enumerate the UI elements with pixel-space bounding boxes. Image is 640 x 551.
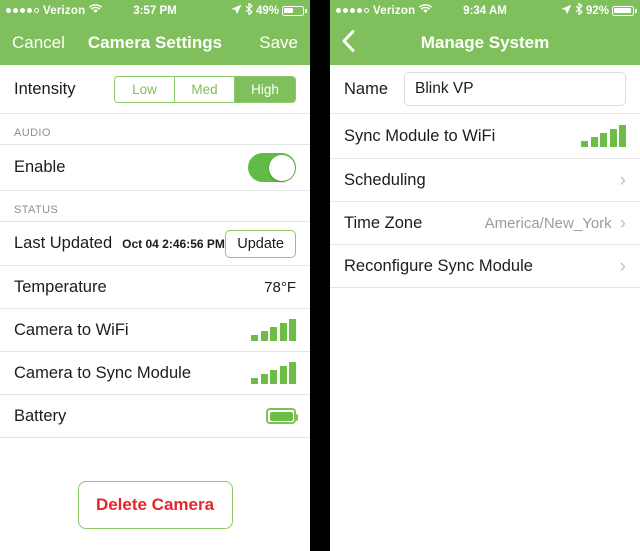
battery-full-icon bbox=[266, 408, 298, 424]
right-content: Name Blink VP Sync Module to WiFi Schedu… bbox=[330, 65, 640, 551]
delete-camera-button[interactable]: Delete Camera bbox=[77, 481, 233, 529]
wifi-icon bbox=[89, 4, 103, 17]
right-status-bar-clock: 9:34 AM bbox=[463, 5, 507, 17]
location-arrow-icon bbox=[561, 4, 572, 18]
camera-to-wifi-signal-wrap bbox=[251, 319, 296, 341]
scheduling-chevron-wrap: › bbox=[620, 171, 626, 190]
intensity-option-high[interactable]: High bbox=[235, 76, 295, 102]
battery-percent-label: 92% bbox=[585, 4, 610, 17]
audio-enable-control-wrap bbox=[248, 153, 296, 182]
right-status-bar-carrier-group: Verizon bbox=[336, 4, 463, 17]
row-camera-to-sync-module: Camera to Sync Module bbox=[0, 352, 310, 395]
intensity-option-med[interactable]: Med bbox=[175, 76, 235, 102]
screen-divider bbox=[310, 0, 330, 551]
chevron-left-icon bbox=[342, 29, 355, 52]
dual-screenshot: Verizon 3:57 PM 49% Cancel Camera Settin… bbox=[0, 0, 640, 551]
temperature-label: Temperature bbox=[14, 277, 107, 296]
wifi-icon bbox=[419, 4, 433, 17]
battery-percent-label: 49% bbox=[255, 4, 279, 17]
clock-time: 3:57 PM bbox=[133, 4, 177, 17]
section-header-status: STATUS bbox=[0, 191, 310, 221]
row-scheduling[interactable]: Scheduling › bbox=[330, 159, 640, 202]
last-updated-label: Last Updated bbox=[14, 234, 113, 252]
sync-module-to-wifi-label: Sync Module to WiFi bbox=[344, 126, 496, 145]
reconfigure-sync-module-label: Reconfigure Sync Module bbox=[344, 256, 533, 275]
time-zone-label: Time Zone bbox=[344, 213, 423, 232]
right-status-bar: Verizon 9:34 AM 92% bbox=[330, 0, 640, 21]
row-intensity: Intensity Low Med High bbox=[0, 65, 310, 114]
row-camera-to-wifi: Camera to WiFi bbox=[0, 309, 310, 352]
left-status-bar-indicators: 49% bbox=[177, 2, 307, 18]
temperature-value-wrap: 78°F bbox=[264, 279, 296, 296]
page-title: Manage System bbox=[420, 33, 550, 52]
intensity-label: Intensity bbox=[14, 79, 76, 98]
row-last-updated: Last Updated Oct 04 2:46:56 PM Update bbox=[0, 221, 310, 266]
intensity-segmented-control[interactable]: Low Med High bbox=[114, 75, 296, 103]
chevron-right-icon: › bbox=[619, 212, 626, 234]
left-status-bar: Verizon 3:57 PM 49% bbox=[0, 0, 310, 21]
right-bottom-filler bbox=[330, 288, 640, 551]
battery-indicator-wrap bbox=[266, 408, 298, 424]
right-status-bar-indicators: 92% bbox=[507, 2, 637, 18]
location-arrow-icon bbox=[231, 4, 242, 18]
chevron-right-icon: › bbox=[619, 169, 626, 191]
row-battery: Battery bbox=[0, 395, 310, 438]
back-button[interactable] bbox=[342, 29, 355, 57]
carrier-name: Verizon bbox=[373, 4, 416, 17]
row-temperature: Temperature 78°F bbox=[0, 266, 310, 309]
intensity-option-low[interactable]: Low bbox=[115, 76, 175, 102]
left-nav-bar: Cancel Camera Settings Save bbox=[0, 21, 310, 65]
temperature-value: 78°F bbox=[264, 278, 296, 296]
toggle-knob bbox=[268, 154, 295, 181]
signal-bars-icon bbox=[251, 362, 296, 384]
last-updated-value: Oct 04 2:46:56 PM bbox=[122, 236, 225, 251]
battery-label: Battery bbox=[14, 406, 67, 425]
intensity-control-wrap: Low Med High bbox=[114, 75, 296, 103]
left-content: Intensity Low Med High AUDIO Enable STAT… bbox=[0, 65, 310, 551]
sync-module-signal-wrap bbox=[581, 125, 626, 147]
delete-button-wrap: Delete Camera bbox=[0, 438, 310, 529]
left-screen-camera-settings: Verizon 3:57 PM 49% Cancel Camera Settin… bbox=[0, 0, 310, 551]
chevron-right-icon: › bbox=[619, 255, 626, 277]
signal-bars-icon bbox=[251, 319, 296, 341]
row-name: Name Blink VP bbox=[330, 65, 640, 114]
left-status-bar-carrier-group: Verizon bbox=[6, 4, 133, 17]
bluetooth-icon bbox=[245, 2, 253, 18]
update-button[interactable]: Update bbox=[225, 229, 296, 258]
left-status-bar-clock: 3:57 PM bbox=[133, 5, 176, 17]
scheduling-label: Scheduling bbox=[344, 170, 426, 189]
row-sync-module-to-wifi: Sync Module to WiFi bbox=[330, 114, 640, 159]
cancel-button[interactable]: Cancel bbox=[12, 33, 65, 53]
update-button-wrap: Update bbox=[225, 229, 296, 258]
right-nav-bar: Manage System bbox=[330, 21, 640, 65]
name-input[interactable]: Blink VP bbox=[404, 72, 626, 106]
row-time-zone[interactable]: Time Zone America/New_York › bbox=[330, 202, 640, 245]
name-label: Name bbox=[344, 79, 389, 98]
audio-enable-label: Enable bbox=[14, 158, 66, 176]
clock-time: 9:34 AM bbox=[463, 4, 507, 17]
save-button[interactable]: Save bbox=[259, 33, 298, 53]
time-zone-value-wrap: America/New_York › bbox=[485, 214, 626, 233]
audio-enable-toggle[interactable] bbox=[248, 153, 296, 182]
camera-to-wifi-label: Camera to WiFi bbox=[14, 320, 129, 339]
left-bottom-filler bbox=[0, 529, 310, 551]
bluetooth-icon bbox=[575, 2, 583, 18]
camera-to-sync-module-label: Camera to Sync Module bbox=[14, 363, 191, 382]
battery-icon bbox=[612, 5, 637, 16]
signal-strength-dots-icon bbox=[336, 8, 369, 13]
section-header-audio: AUDIO bbox=[0, 114, 310, 144]
reconfigure-chevron-wrap: › bbox=[620, 257, 626, 276]
battery-icon bbox=[282, 5, 307, 16]
carrier-name: Verizon bbox=[43, 4, 86, 17]
signal-strength-dots-icon bbox=[6, 8, 39, 13]
row-reconfigure-sync-module[interactable]: Reconfigure Sync Module › bbox=[330, 245, 640, 288]
signal-bars-icon bbox=[581, 125, 626, 147]
camera-to-sync-signal-wrap bbox=[251, 362, 296, 384]
right-screen-manage-system: Verizon 9:34 AM 92% Manage System Name B… bbox=[330, 0, 640, 551]
time-zone-value: America/New_York bbox=[484, 214, 612, 232]
row-audio-enable: Enable bbox=[0, 144, 310, 191]
